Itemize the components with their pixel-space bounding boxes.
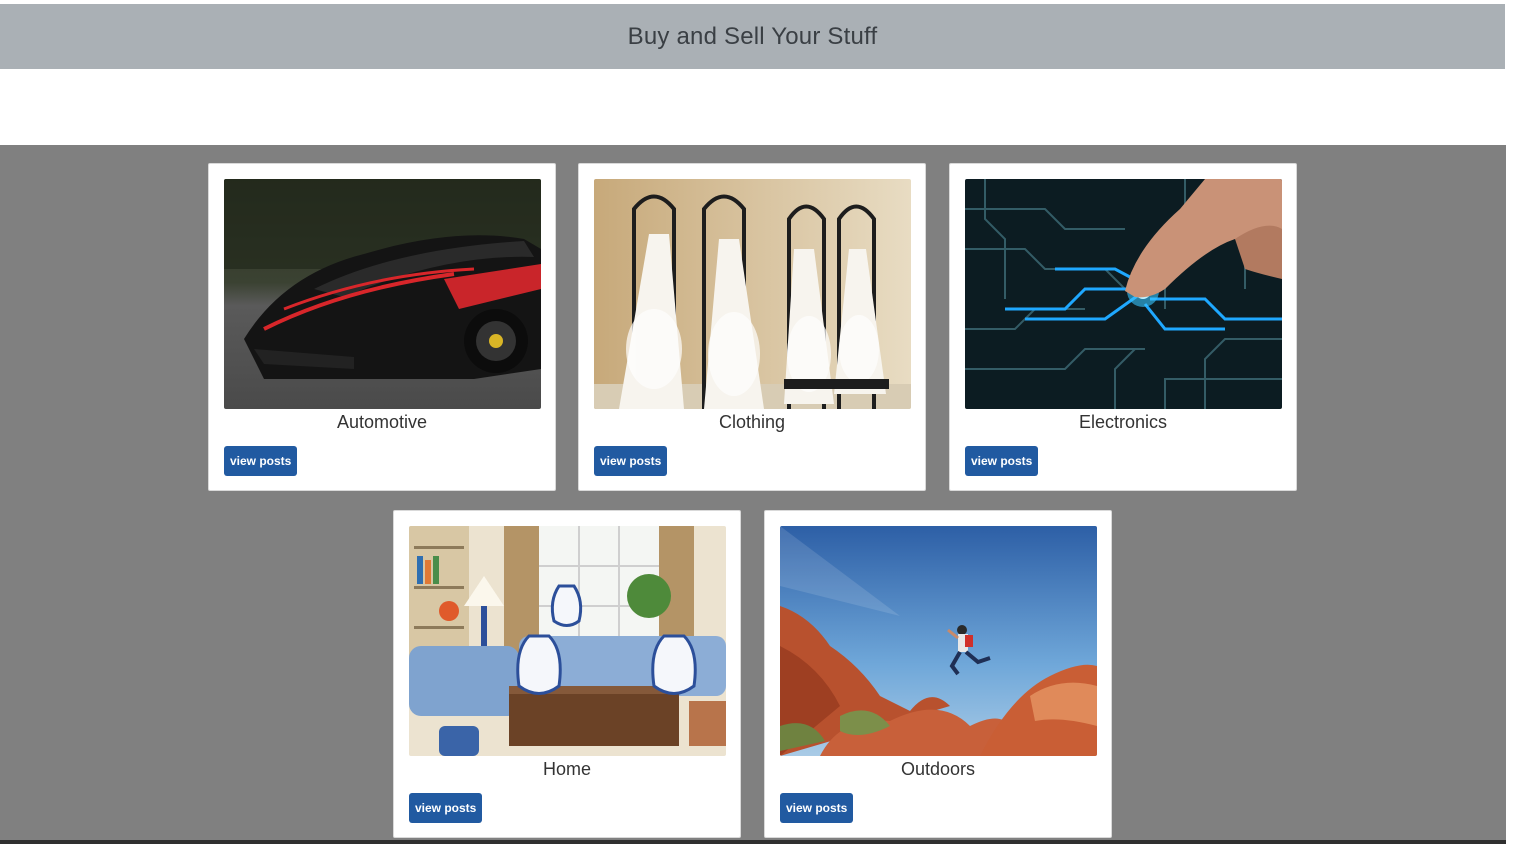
page-bottom-border (0, 840, 1506, 844)
category-card-electronics: Electronics view posts (949, 163, 1297, 491)
category-title: Outdoors (900, 759, 976, 779)
category-card-home: Home view posts (393, 510, 741, 838)
category-title: Clothing (718, 412, 786, 432)
circuit-board-image[interactable] (965, 179, 1282, 409)
sports-car-image[interactable] (224, 179, 541, 409)
view-posts-button[interactable]: view posts (965, 446, 1039, 476)
category-title: Electronics (1078, 412, 1168, 432)
wedding-dresses-image[interactable] (594, 179, 911, 409)
category-card-outdoors: Outdoors view posts (764, 510, 1112, 838)
site-header: Buy and Sell Your Stuff (0, 4, 1505, 69)
view-posts-button[interactable]: view posts (409, 793, 483, 823)
view-posts-button[interactable]: view posts (594, 446, 668, 476)
category-card-automotive: Automotive view posts (208, 163, 556, 491)
category-card-clothing: Clothing view posts (578, 163, 926, 491)
category-grid: Automotive view posts Clothing view post… (0, 145, 1506, 844)
view-posts-button[interactable]: view posts (224, 446, 298, 476)
view-posts-button[interactable]: view posts (780, 793, 854, 823)
hiker-canyon-image[interactable] (780, 526, 1097, 756)
category-title: Home (542, 759, 591, 779)
living-room-image[interactable] (409, 526, 726, 756)
category-title: Automotive (336, 412, 428, 432)
site-title: Buy and Sell Your Stuff (627, 22, 878, 50)
